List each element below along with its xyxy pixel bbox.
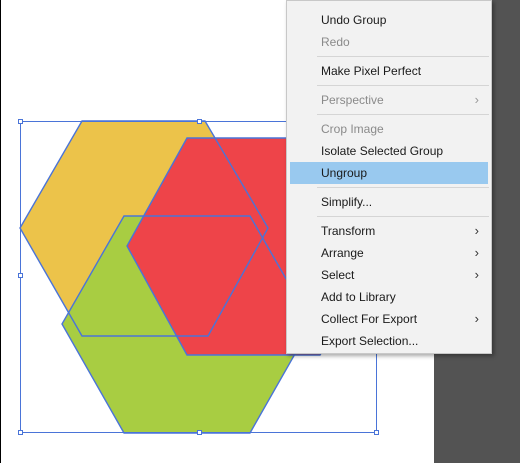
resize-handle-middle-left[interactable] [18,273,23,278]
menu-item-select[interactable]: Select › [290,264,488,286]
chevron-right-icon: › [474,267,479,282]
menu-item-label: Add to Library [321,290,396,304]
menu-item-export-selection[interactable]: Export Selection... [290,330,488,352]
menu-item-label: Crop Image [321,122,384,136]
menu-item-transform[interactable]: Transform › [290,220,488,242]
chevron-right-icon: › [474,311,479,326]
menu-item-isolate-selected-group[interactable]: Isolate Selected Group [290,140,488,162]
menu-separator [317,187,489,188]
resize-handle-bottom-right[interactable] [374,430,379,435]
chevron-right-icon: › [474,245,479,260]
resize-handle-bottom-left[interactable] [18,430,23,435]
menu-separator [317,114,489,115]
resize-handle-top-left[interactable] [18,119,23,124]
menu-item-label: Make Pixel Perfect [321,64,422,78]
menu-item-collect-for-export[interactable]: Collect For Export › [290,308,488,330]
menu-item-arrange[interactable]: Arrange › [290,242,488,264]
menu-item-crop-image[interactable]: Crop Image [290,118,488,140]
menu-item-label: Ungroup [321,166,368,180]
menu-item-perspective[interactable]: Perspective › [290,89,488,111]
resize-handle-top-center[interactable] [197,119,202,124]
menu-item-label: Isolate Selected Group [321,144,444,158]
menu-item-label: Collect For Export [321,312,418,326]
menu-separator [317,85,489,86]
menu-item-add-to-library[interactable]: Add to Library [290,286,488,308]
menu-separator [317,216,489,217]
menu-item-label: Transform [321,224,376,238]
menu-item-label: Perspective [321,93,384,107]
chevron-right-icon: › [474,223,479,238]
context-menu: Undo Group Redo Make Pixel Perfect Persp… [286,0,492,354]
chevron-right-icon: › [474,92,479,107]
menu-item-label: Redo [321,35,350,49]
menu-item-label: Select [321,268,355,282]
menu-separator [317,56,489,57]
menu-item-simplify[interactable]: Simplify... [290,191,488,213]
menu-item-label: Export Selection... [321,334,419,348]
menu-item-label: Arrange [321,246,364,260]
menu-item-label: Simplify... [321,195,373,209]
resize-handle-bottom-center[interactable] [197,430,202,435]
menu-item-redo[interactable]: Redo [290,31,488,53]
menu-item-make-pixel-perfect[interactable]: Make Pixel Perfect [290,60,488,82]
menu-item-ungroup[interactable]: Ungroup [290,162,488,184]
menu-item-label: Undo Group [321,13,387,27]
menu-item-undo-group[interactable]: Undo Group [290,9,488,31]
